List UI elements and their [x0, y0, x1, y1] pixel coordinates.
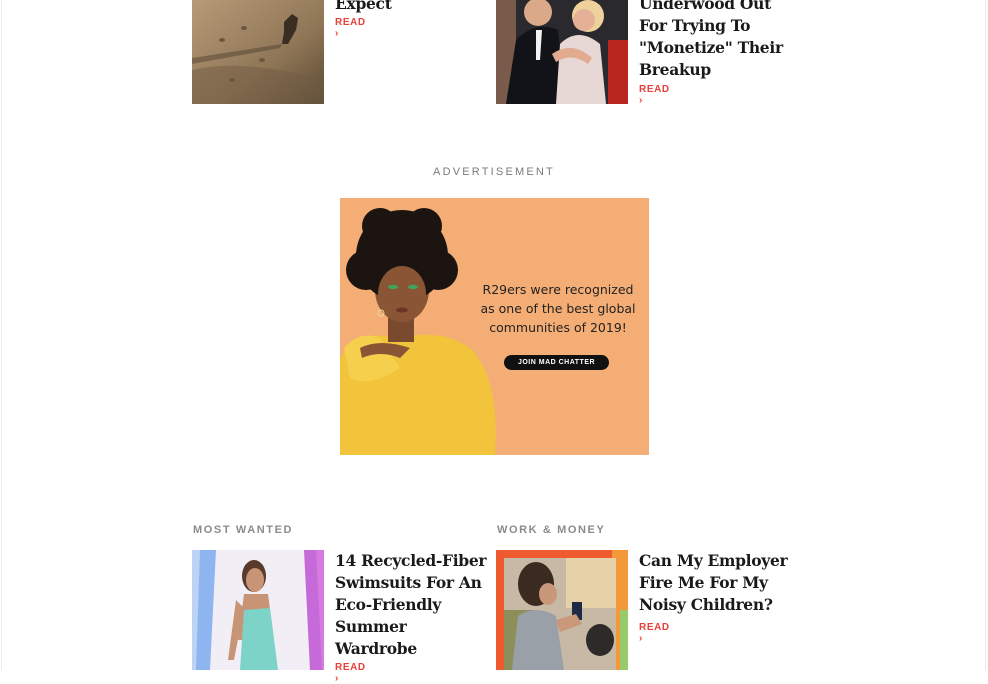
title-line: Wardrobe: [335, 639, 417, 658]
title-line: 14 Recycled-Fiber: [335, 551, 487, 570]
article-thumbnail-couple[interactable]: [496, 0, 628, 104]
page-left-border: [1, 0, 2, 670]
section-kicker-most-wanted[interactable]: MOST WANTED: [193, 524, 293, 536]
article-title[interactable]: Underwood Out For Trying To "Monetize" T…: [639, 0, 799, 81]
article-title[interactable]: Expect: [335, 0, 392, 15]
read-link[interactable]: READ ›: [639, 622, 670, 644]
page-right-border: [985, 0, 986, 670]
title-line: For Trying To: [639, 16, 751, 35]
article-title[interactable]: Can My Employer Fire Me For My Noisy Chi…: [639, 550, 799, 616]
read-link[interactable]: READ ›: [639, 84, 670, 106]
section-kicker-work-money[interactable]: WORK & MONEY: [497, 524, 605, 536]
title-line: Summer: [335, 617, 407, 636]
title-line: Can My Employer: [639, 551, 788, 570]
ad-copy: R29ers were recognized as one of the bes…: [474, 280, 642, 337]
article-thumbnail-parent-phone[interactable]: [496, 550, 628, 670]
read-link[interactable]: READ ›: [335, 662, 366, 684]
article-thumbnail-beach-dog[interactable]: [192, 0, 324, 104]
ad-copy-line: R29ers were recognized: [482, 282, 634, 297]
ad-copy-line: communities of 2019!: [489, 320, 627, 335]
ad-copy-line: as one of the best global: [480, 301, 636, 316]
title-line: Eco-Friendly: [335, 595, 442, 614]
title-line: "Monetize" Their: [639, 38, 783, 57]
join-mad-chatter-button[interactable]: JOIN MAD CHATTER: [504, 355, 609, 370]
advertisement-label: ADVERTISEMENT: [433, 166, 555, 178]
advertisement-banner[interactable]: R29ers were recognized as one of the bes…: [340, 198, 649, 455]
title-line: Noisy Children?: [639, 595, 773, 614]
article-thumbnail-swimsuit[interactable]: [192, 550, 324, 670]
article-title[interactable]: 14 Recycled-Fiber Swimsuits For An Eco-F…: [335, 550, 495, 660]
title-line: Underwood Out: [639, 0, 771, 13]
title-line: Breakup: [639, 60, 711, 79]
title-line: Fire Me For My: [639, 573, 768, 592]
title-line: Swimsuits For An: [335, 573, 482, 592]
read-link[interactable]: READ ›: [335, 17, 366, 39]
